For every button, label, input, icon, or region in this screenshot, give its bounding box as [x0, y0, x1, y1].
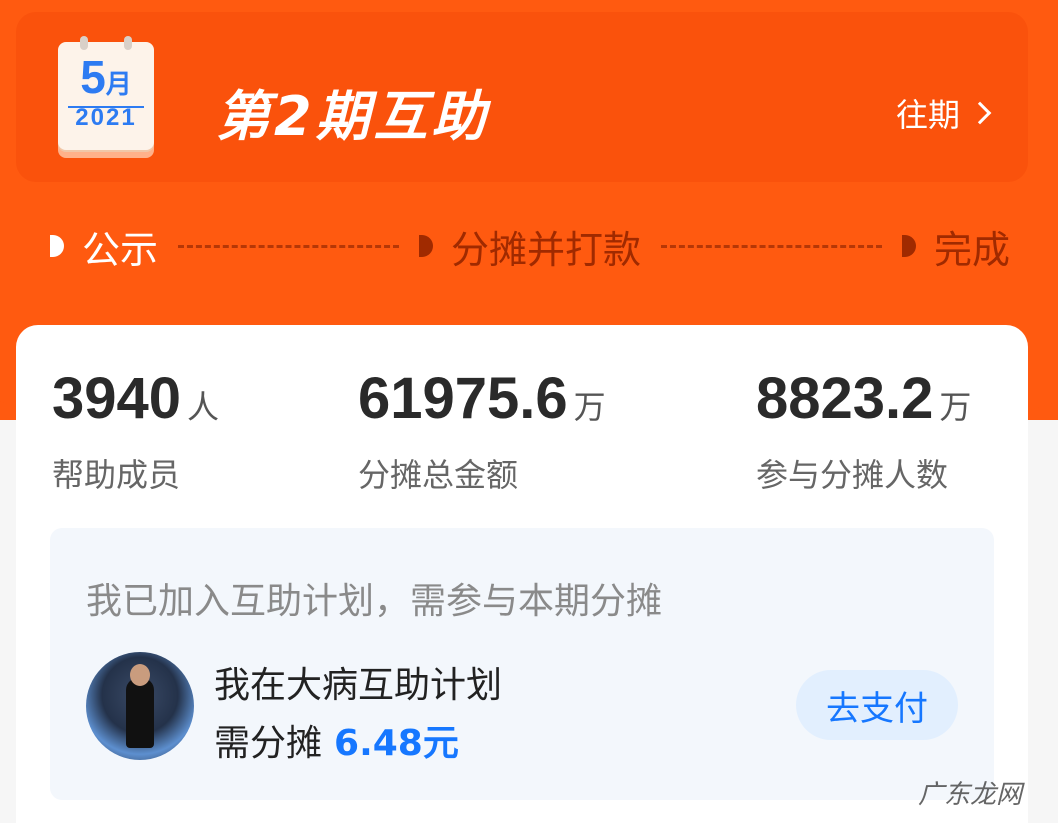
step-connector: [178, 244, 399, 248]
stat-label: 帮助成员: [52, 456, 181, 494]
calendar-month: 5月: [80, 51, 132, 103]
step-marker-icon: [50, 235, 64, 257]
step-marker-icon: [419, 235, 433, 257]
stat-unit: 万: [939, 388, 972, 426]
share-panel: 我已加入互助计划，需参与本期分摊 我在大病互助计划 需分摊 6.48元 去支付: [50, 528, 994, 800]
page-title: 第2期互助: [216, 85, 490, 148]
calendar-icon: 5月 2021: [58, 36, 154, 158]
step-connector: [661, 244, 882, 248]
history-link[interactable]: 往期: [895, 90, 992, 136]
summary-card: 3940 人 帮助成员 61975.6 万 分摊总金额 8823.2 万 参与分摊人数…: [16, 325, 1028, 823]
stat-value: 8823.2: [756, 366, 934, 431]
stat-label: 参与分摊人数: [756, 456, 949, 494]
share-amount: 6.48元: [334, 723, 459, 764]
pay-button[interactable]: 去支付: [796, 670, 958, 740]
stat-unit: 万: [573, 388, 606, 426]
stat-label: 分摊总金额: [358, 456, 519, 494]
share-amount-row: 需分摊 6.48元: [214, 714, 459, 766]
stat-total-amount: 61975.6 万 分摊总金额: [358, 365, 606, 496]
stat-value: 61975.6: [358, 366, 568, 431]
step-marker-icon: [902, 235, 916, 257]
history-label: 往期: [895, 96, 960, 134]
watermark: 广东龙网: [917, 780, 1022, 810]
progress-steps: 公示 分摊并打款 完成: [50, 218, 1010, 274]
share-note: 我已加入互助计划，需参与本期分摊: [86, 581, 663, 622]
avatar: [86, 652, 194, 760]
page: 5月 2021 第2期互助 往期 公示 分摊并打款 完成 3940 人 帮助成员…: [0, 0, 1058, 823]
step-publicity: 公示: [50, 219, 158, 274]
step-share-and-pay: 分摊并打款: [419, 219, 641, 274]
plan-name: 我在大病互助计划: [214, 665, 503, 706]
stat-helped-members: 3940 人 帮助成员: [52, 365, 219, 496]
step-complete: 完成: [902, 219, 1010, 274]
calendar-year: 2021: [75, 104, 137, 131]
header-card: 5月 2021 第2期互助 往期: [16, 12, 1028, 182]
share-amount-prefix: 需分摊: [214, 723, 323, 764]
stat-unit: 人: [187, 388, 220, 426]
stat-value: 3940: [52, 366, 182, 431]
stat-participants: 8823.2 万 参与分摊人数: [756, 365, 971, 496]
chevron-right-icon: [968, 101, 992, 125]
